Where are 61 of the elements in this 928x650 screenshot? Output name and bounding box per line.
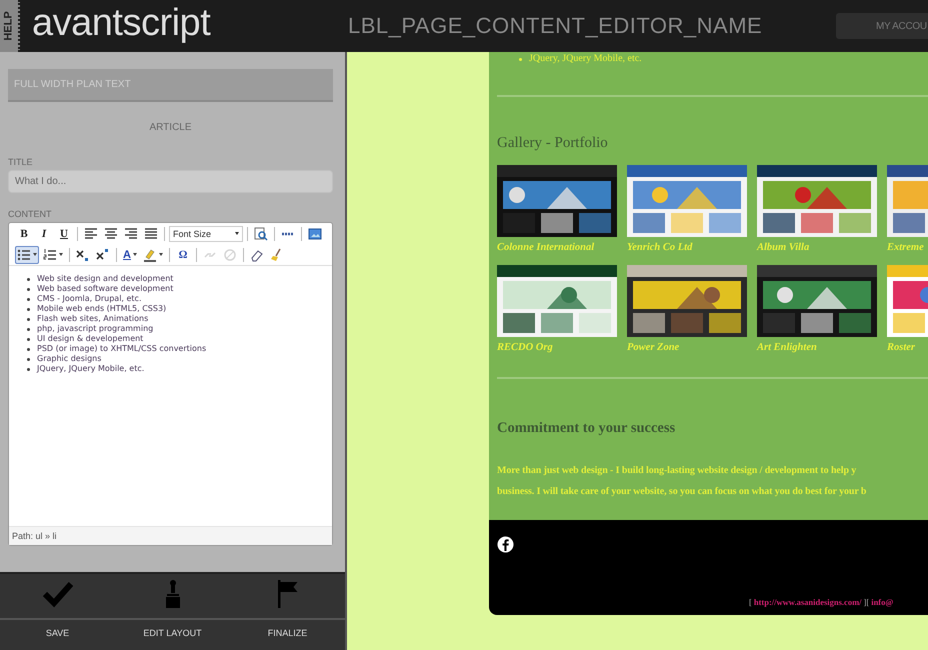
bracket: [ <box>749 597 752 607</box>
field-label: TITLE <box>8 157 34 167</box>
font-size-select[interactable]: Font Size <box>169 226 243 242</box>
flag-icon <box>276 580 298 608</box>
list-item: Web based software development <box>26 284 174 294</box>
image-icon <box>308 226 322 240</box>
caret-icon <box>159 253 163 256</box>
caret-icon <box>132 253 137 256</box>
field-label: CONTENT <box>8 209 52 219</box>
list-item: Web site design and development <box>26 274 174 284</box>
section-label: ARTICLE <box>148 122 193 133</box>
brush-icon <box>164 580 180 608</box>
justify-icon <box>144 226 158 240</box>
element-path: Path: ul » li <box>9 526 332 545</box>
list-item: PSD (or image) to XHTML/CSS convertions <box>26 344 206 354</box>
section-heading: Gallery - Portfolio <box>497 135 609 152</box>
footer-link[interactable]: info@ <box>871 597 894 607</box>
bold-button[interactable]: B <box>15 224 33 242</box>
caret-icon <box>235 232 239 235</box>
list-item: UI design & developement <box>26 334 144 344</box>
list-item: Graphic designs <box>26 354 102 364</box>
account-button[interactable]: MY ACCOU <box>836 13 928 39</box>
highlight-icon <box>143 248 157 262</box>
symbol-button[interactable]: Ω <box>174 246 192 264</box>
list-item: CMS - Joomla, Drupal, etc. <box>26 294 142 304</box>
eraser-icon <box>250 248 264 262</box>
find-button[interactable] <box>252 224 270 242</box>
help-tab[interactable]: HELP <box>0 0 20 52</box>
facebook-icon[interactable] <box>497 536 514 553</box>
list-item: Flash web sites, Animations <box>26 314 148 324</box>
bracket: ][ <box>864 597 870 607</box>
numbered-list-icon <box>43 248 57 262</box>
align-right-icon <box>124 226 138 240</box>
subscript-icon <box>76 248 90 262</box>
section-heading: Commitment to your success <box>497 420 676 437</box>
save-button[interactable]: SAVE <box>0 574 115 650</box>
list-item: php, javascript programming <box>26 324 154 334</box>
find-icon <box>254 226 268 240</box>
list-item: JQuery, JQuery Mobile, etc. <box>26 364 144 374</box>
italic-button[interactable]: I <box>35 224 53 242</box>
align-left-icon <box>84 226 98 240</box>
superscript-icon <box>96 248 110 262</box>
logo: avantscript <box>32 2 212 46</box>
page-title: LBL_PAGE_CONTENT_EDITOR_NAME <box>348 13 764 39</box>
list-item: JQuery, JQuery Mobile, etc. <box>519 53 642 65</box>
caret-icon <box>33 253 37 256</box>
edit-layout-button[interactable]: EDIT LAYOUT <box>115 574 230 650</box>
footer-link[interactable]: http://www.asanidesigns.com/ <box>754 597 862 607</box>
finalize-button[interactable]: FINALIZE <box>230 574 345 650</box>
unlink-icon <box>223 248 237 262</box>
font-color-button[interactable]: A <box>121 246 139 264</box>
bullet-list-button[interactable] <box>15 246 39 264</box>
paragraph-line: business. I will take care of your website, so you can focus on what you do best for your b <box>497 485 868 499</box>
align-center-icon <box>104 226 118 240</box>
list-item: Mobile web ends (HTML5, CSS3) <box>26 304 166 314</box>
checkmark-icon <box>42 580 72 608</box>
title-field[interactable]: What I do... <box>8 170 333 193</box>
caret-icon <box>59 253 63 256</box>
bullet-list-icon <box>17 248 31 262</box>
paragraph-line: More than just web design - I build long-lasting website design / development to help y <box>497 464 858 478</box>
underline-button[interactable]: U <box>55 224 73 242</box>
